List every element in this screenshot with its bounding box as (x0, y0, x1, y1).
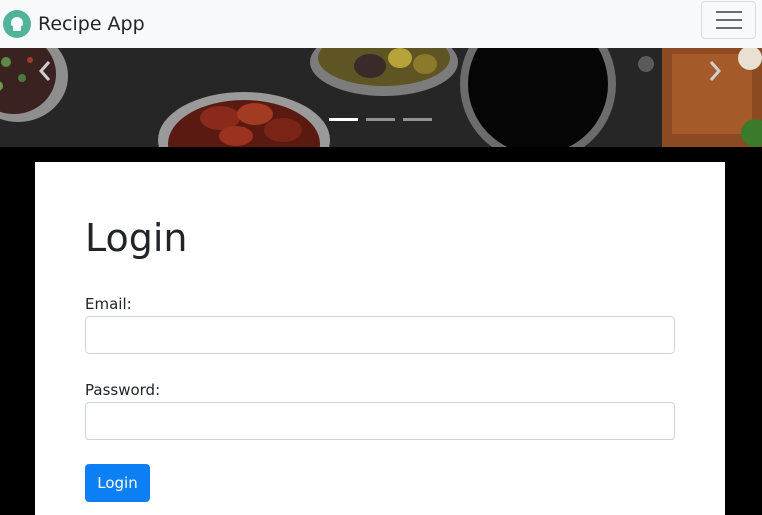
hamburger-menu-icon (715, 19, 742, 21)
login-button[interactable]: Login (85, 464, 150, 502)
login-card: Login Email: Password: Login (35, 162, 725, 515)
carousel-indicator[interactable] (329, 118, 358, 121)
carousel-slide-image (0, 48, 762, 147)
password-label: Password: (85, 381, 161, 399)
brand-link[interactable]: Recipe App (3, 10, 145, 38)
password-field[interactable] (85, 402, 675, 440)
chevron-right-icon[interactable] (708, 60, 722, 82)
chef-hat-icon (3, 10, 31, 38)
chevron-left-icon[interactable] (38, 60, 52, 82)
hamburger-menu-icon (715, 27, 742, 29)
email-label: Email: (85, 295, 132, 313)
carousel-indicator[interactable] (403, 118, 432, 121)
hamburger-menu-icon (715, 11, 742, 13)
navbar: Recipe App (0, 0, 762, 48)
carousel (0, 48, 762, 147)
brand-text: Recipe App (38, 13, 145, 35)
carousel-indicators (329, 118, 432, 121)
email-field[interactable] (85, 316, 675, 354)
page-title: Login (85, 216, 188, 260)
carousel-indicator[interactable] (366, 118, 395, 121)
navbar-toggler-button[interactable] (701, 1, 756, 39)
